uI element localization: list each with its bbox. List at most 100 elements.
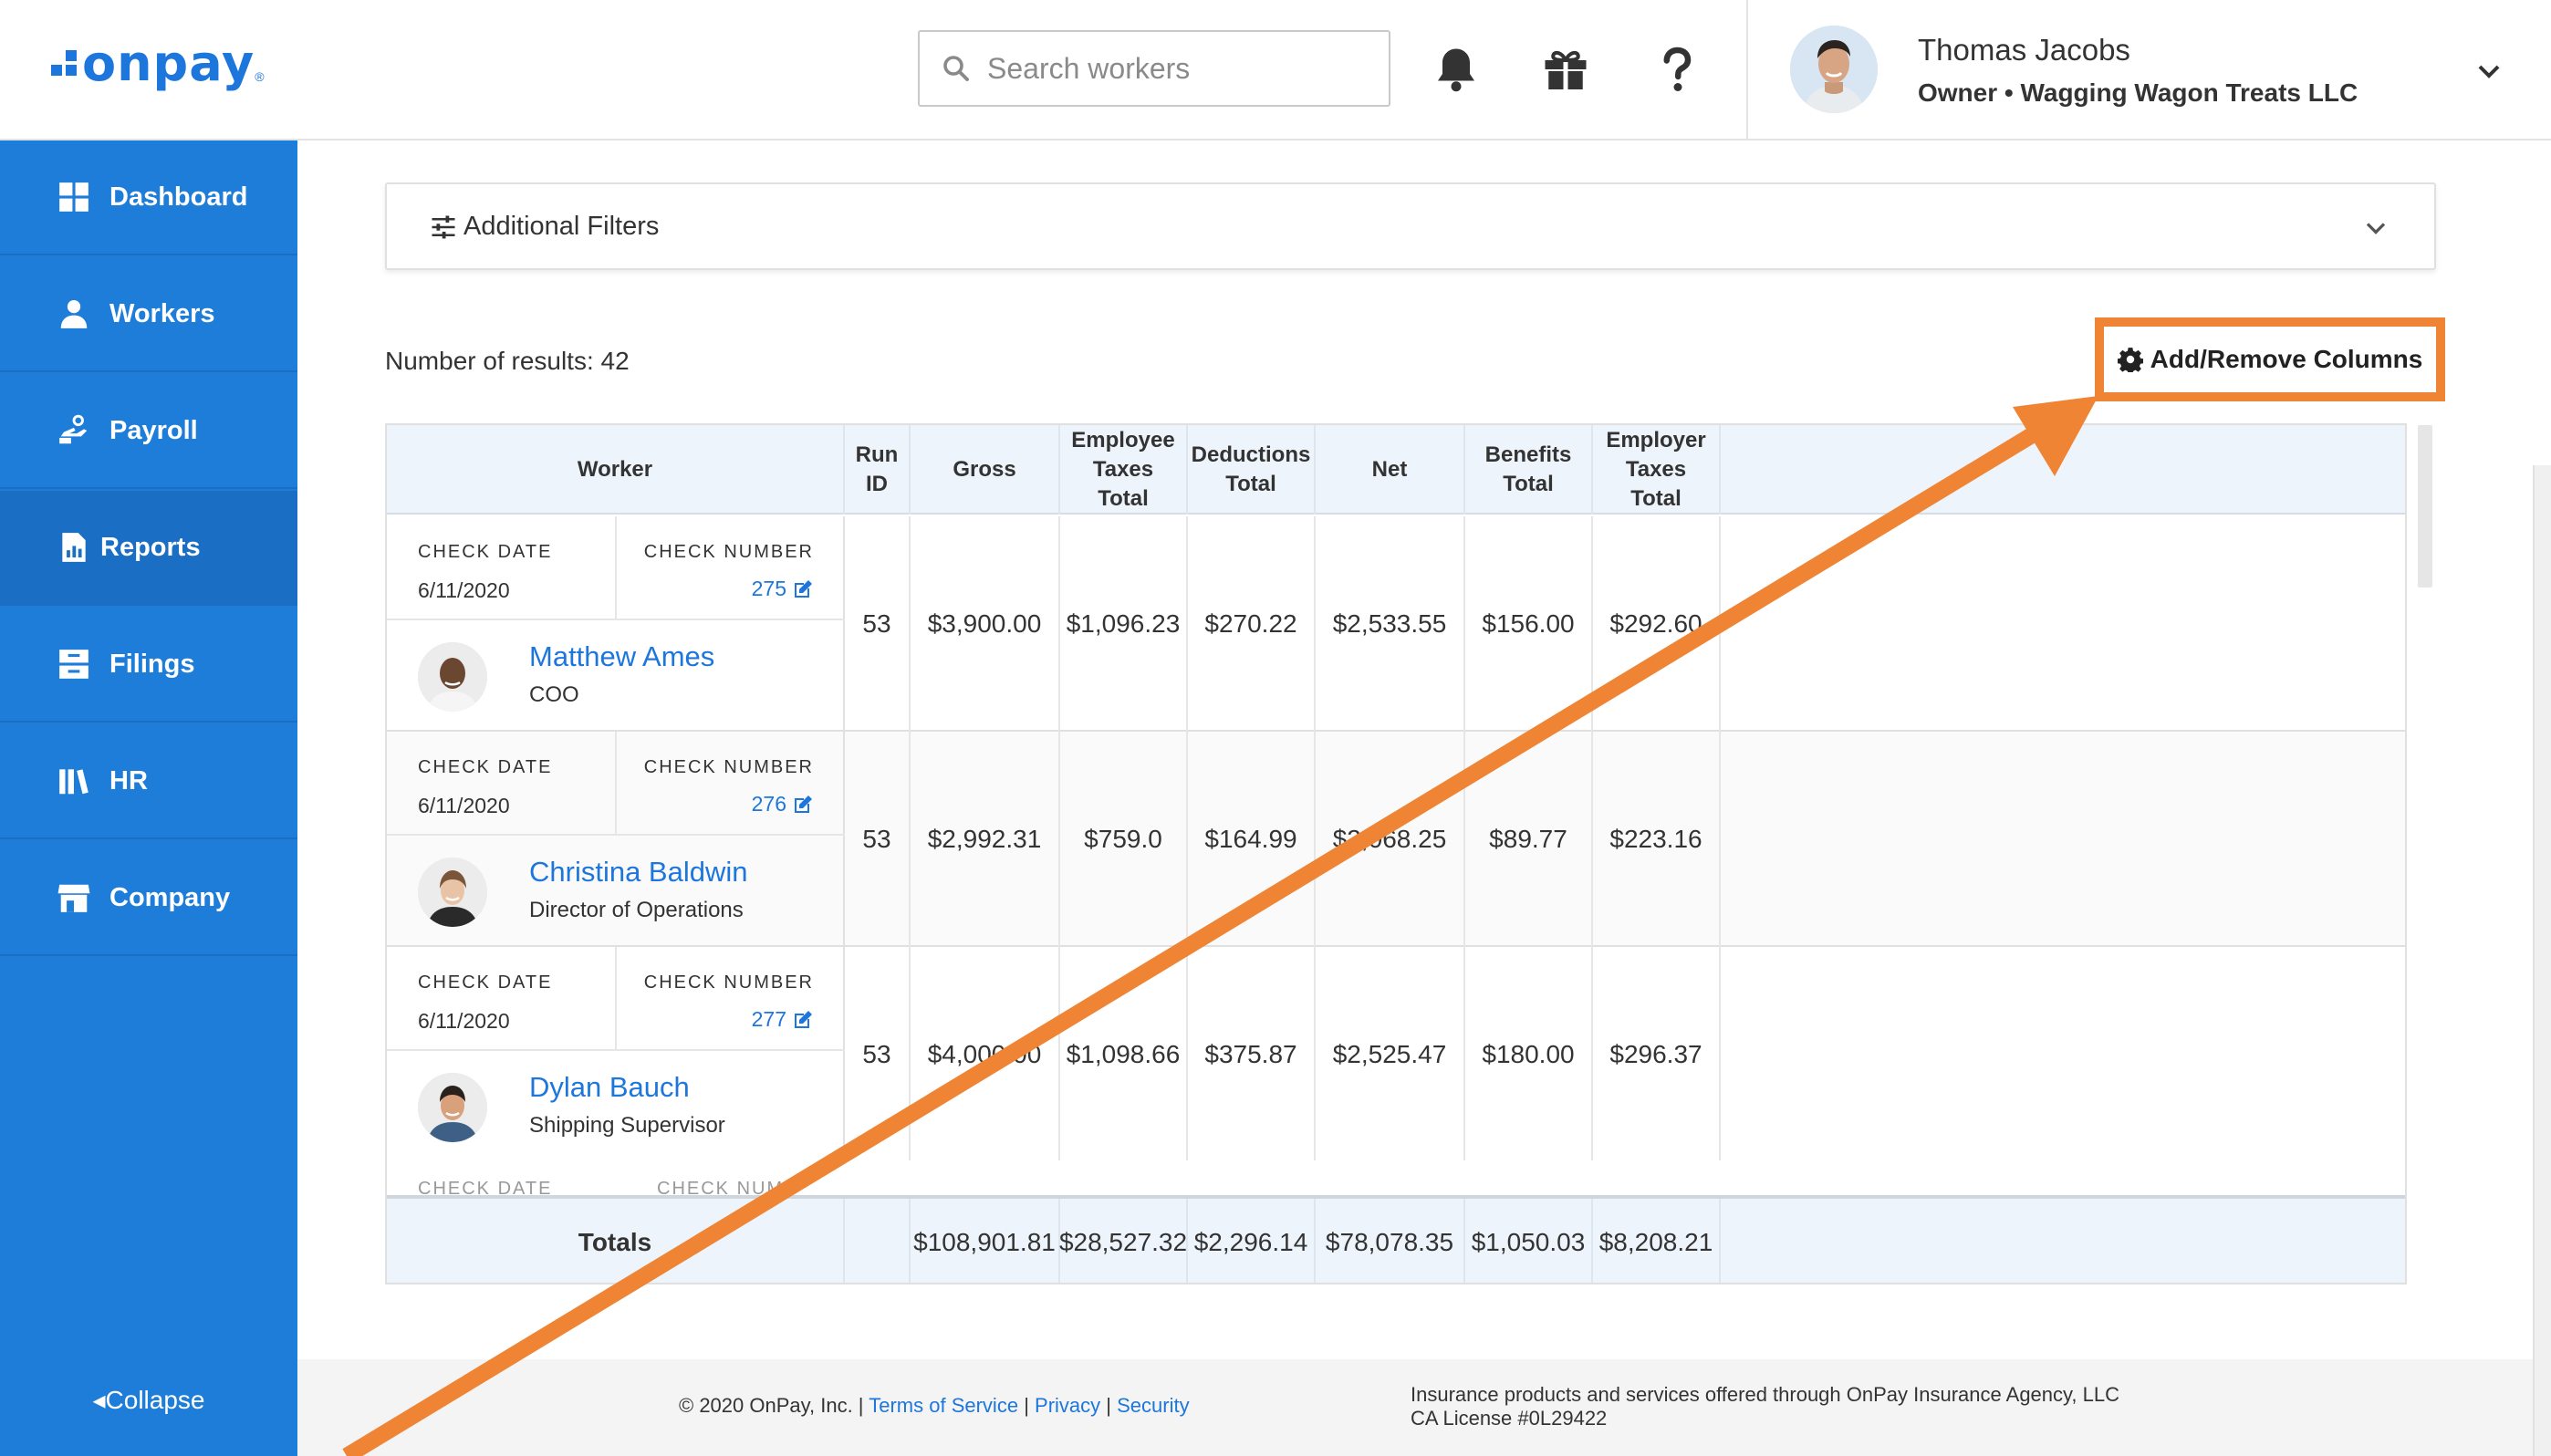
employer-taxes-cell: $223.16 bbox=[1593, 732, 1721, 947]
check-date-value: 6/11/2020 bbox=[418, 794, 510, 817]
reports-icon bbox=[62, 533, 86, 562]
chevron-left-icon: ◂ bbox=[92, 1386, 106, 1414]
worker-cell: CHECK DATE 6/11/2020 CHECK NUMBER 276 Ch… bbox=[387, 732, 845, 947]
deductions-cell: $270.22 bbox=[1188, 516, 1316, 732]
check-number-link[interactable]: 275 bbox=[752, 577, 814, 601]
edit-icon[interactable] bbox=[792, 578, 814, 600]
worker-name-link[interactable]: Dylan Bauch bbox=[529, 1071, 690, 1104]
terms-of-service-link[interactable]: Terms of Service bbox=[869, 1394, 1018, 1417]
add-remove-columns-label: Add/Remove Columns bbox=[2150, 345, 2423, 373]
benefits-cell: $180.00 bbox=[1465, 947, 1593, 1162]
table-row-partial: CHECK DATE CHECK NUM bbox=[387, 1160, 2405, 1199]
privacy-link[interactable]: Privacy bbox=[1035, 1394, 1100, 1417]
sidebar-item-workers[interactable]: Workers bbox=[0, 257, 297, 372]
worker-avatar bbox=[418, 858, 487, 927]
check-date-label: CHECK DATE bbox=[418, 542, 553, 562]
logo-text: onpay bbox=[82, 35, 255, 92]
check-date-label: CHECK DATE bbox=[418, 972, 553, 993]
chevron-down-icon[interactable] bbox=[2359, 212, 2392, 244]
check-number-label: CHECK NUMBER bbox=[643, 757, 814, 777]
page-scrollbar[interactable] bbox=[2533, 465, 2551, 1456]
search-input[interactable] bbox=[987, 51, 1389, 86]
edit-icon[interactable] bbox=[792, 794, 814, 816]
additional-filters-label: Additional Filters bbox=[463, 212, 660, 241]
check-date-value: 6/11/2020 bbox=[418, 578, 510, 602]
top-bar: onpay ® Thom bbox=[0, 0, 2551, 140]
employer-taxes-cell: $296.37 bbox=[1593, 947, 1721, 1162]
net-cell: $2,525.47 bbox=[1316, 947, 1465, 1162]
column-header-run-id[interactable]: Run ID bbox=[845, 425, 911, 515]
column-header-employee-taxes-total[interactable]: Employee Taxes Total bbox=[1060, 425, 1188, 515]
hr-icon bbox=[59, 769, 89, 795]
column-header-deductions-total[interactable]: Deductions Total bbox=[1188, 425, 1316, 515]
worker-avatar bbox=[418, 1073, 487, 1142]
chevron-down-icon[interactable] bbox=[2471, 53, 2507, 89]
collapse-button[interactable]: ◂Collapse bbox=[0, 1385, 297, 1415]
table-row: CHECK DATE 6/11/2020 CHECK NUMBER 277 Dy… bbox=[387, 947, 2405, 1162]
logo-mark-icon bbox=[51, 50, 78, 78]
check-number-label: CHECK NUMBER bbox=[643, 542, 814, 562]
benefits-cell: $156.00 bbox=[1465, 516, 1593, 732]
check-date-value: 6/11/2020 bbox=[418, 1009, 510, 1033]
column-header-employer-taxes-total[interactable]: Employer Taxes Total bbox=[1593, 425, 1721, 515]
net-cell: $2,533.55 bbox=[1316, 516, 1465, 732]
totals-employee-taxes: $28,527.32 bbox=[1059, 1199, 1188, 1283]
user-name: Thomas Jacobs bbox=[1918, 33, 2130, 67]
sidebar-item-reports[interactable]: Reports bbox=[0, 491, 297, 606]
column-header-net[interactable]: Net bbox=[1316, 425, 1465, 515]
sidebar-item-label: HR bbox=[109, 765, 148, 796]
worker-cell: CHECK DATE 6/11/2020 CHECK NUMBER 277 Dy… bbox=[387, 947, 845, 1162]
edit-icon[interactable] bbox=[792, 1009, 814, 1031]
bell-icon[interactable] bbox=[1429, 42, 1484, 97]
sidebar-item-label: Company bbox=[109, 882, 231, 912]
column-header-worker[interactable]: Worker bbox=[387, 425, 845, 515]
totals-net: $78,078.35 bbox=[1316, 1199, 1465, 1283]
worker-name-link[interactable]: Matthew Ames bbox=[529, 640, 714, 673]
sidebar-item-filings[interactable]: Filings bbox=[0, 608, 297, 723]
sidebar-item-label: Dashboard bbox=[109, 182, 248, 212]
totals-gross: $108,901.81 bbox=[911, 1199, 1060, 1283]
gross-cell: $4,000.00 bbox=[911, 947, 1060, 1162]
table-scrollbar[interactable] bbox=[2418, 425, 2432, 588]
deductions-cell: $164.99 bbox=[1188, 732, 1316, 947]
add-remove-columns-button[interactable]: Add/Remove Columns bbox=[2095, 317, 2445, 401]
search-icon bbox=[943, 56, 969, 81]
help-icon[interactable] bbox=[1650, 42, 1704, 97]
worker-name-link[interactable]: Christina Baldwin bbox=[529, 856, 748, 889]
worker-title: Shipping Supervisor bbox=[529, 1113, 725, 1138]
column-header-gross[interactable]: Gross bbox=[911, 425, 1060, 515]
run-id-cell: 53 bbox=[845, 732, 911, 947]
employee-taxes-cell: $759.0 bbox=[1060, 732, 1188, 947]
sidebar-item-hr[interactable]: HR bbox=[0, 724, 297, 839]
user-menu[interactable]: Thomas Jacobs Owner • Wagging Wagon Trea… bbox=[1746, 0, 2551, 140]
copyright-text: © 2020 OnPay, Inc. | bbox=[679, 1394, 864, 1417]
gross-cell: $3,900.00 bbox=[911, 516, 1060, 732]
sidebar-item-payroll[interactable]: Payroll bbox=[0, 374, 297, 489]
sliders-icon bbox=[432, 215, 455, 239]
employee-taxes-cell: $1,098.66 bbox=[1060, 947, 1188, 1162]
collapse-label: Collapse bbox=[105, 1386, 205, 1414]
additional-filters-panel[interactable]: Additional Filters bbox=[385, 182, 2436, 270]
sidebar-item-label: Payroll bbox=[109, 415, 198, 445]
user-avatar bbox=[1790, 26, 1878, 113]
worker-title: COO bbox=[529, 682, 579, 707]
user-role-company: Owner • Wagging Wagon Treats LLC bbox=[1918, 78, 2358, 107]
check-number-link[interactable]: 276 bbox=[752, 792, 814, 816]
payroll-icon bbox=[59, 414, 88, 444]
search-box[interactable] bbox=[918, 30, 1390, 107]
onpay-logo[interactable]: onpay ® bbox=[51, 36, 265, 91]
check-number-label: CHECK NUMBER bbox=[643, 972, 814, 993]
check-number-link[interactable]: 277 bbox=[752, 1007, 814, 1032]
gross-cell: $2,992.31 bbox=[911, 732, 1060, 947]
gear-icon bbox=[2117, 348, 2143, 372]
sidebar-item-company[interactable]: Company bbox=[0, 841, 297, 956]
sidebar: Dashboard Workers Payroll Reports Filing… bbox=[0, 140, 297, 1456]
security-link[interactable]: Security bbox=[1117, 1394, 1189, 1417]
sidebar-item-dashboard[interactable]: Dashboard bbox=[0, 140, 297, 255]
column-header-benefits-total[interactable]: Benefits Total bbox=[1465, 425, 1593, 515]
gift-icon[interactable] bbox=[1538, 42, 1593, 97]
check-date-label: CHECK DATE bbox=[418, 757, 553, 777]
worker-title: Director of Operations bbox=[529, 898, 744, 922]
net-cell: $2,068.25 bbox=[1316, 732, 1465, 947]
totals-deductions: $2,296.14 bbox=[1188, 1199, 1316, 1283]
